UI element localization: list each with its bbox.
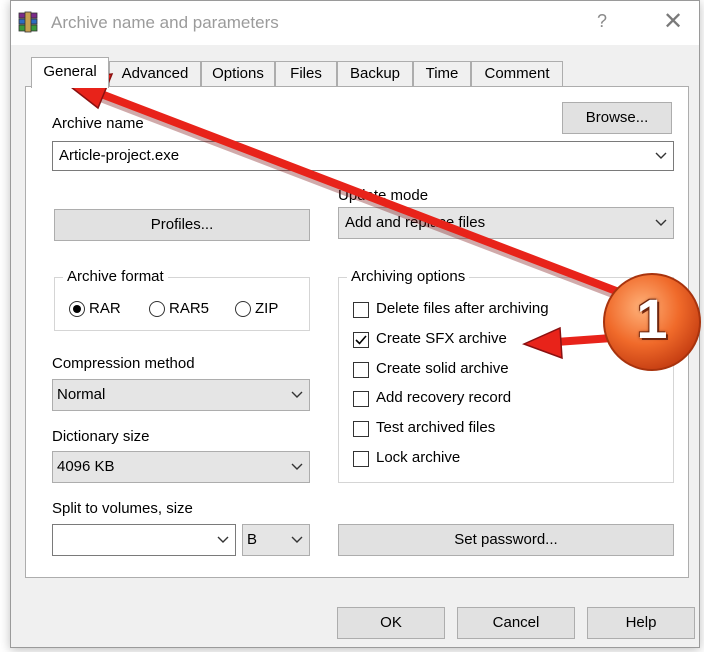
split-volumes-label: Split to volumes, size — [52, 500, 193, 517]
checkbox-delete-files-label: Delete files after archiving — [376, 300, 549, 317]
checkbox-lock-archive-label: Lock archive — [376, 449, 461, 466]
help-title-button[interactable]: ? — [597, 11, 607, 32]
radio-rar5[interactable] — [149, 301, 165, 317]
archive-name-combo[interactable]: Article-project.exe — [52, 141, 674, 171]
cancel-button[interactable]: Cancel — [457, 607, 575, 639]
split-volumes-unit-select[interactable]: B — [242, 524, 310, 556]
checkbox-test-files-label: Test archived files — [376, 419, 496, 436]
archive-format-group: Archive format RAR RAR5 ZIP — [54, 268, 310, 331]
checkbox-recovery-record-label: Add recovery record — [376, 389, 512, 406]
archiving-options-title: Archiving options — [347, 268, 470, 285]
tab-time[interactable]: Time — [413, 61, 471, 87]
checkbox-solid-archive[interactable] — [353, 362, 369, 378]
update-mode-label: Update mode — [338, 187, 429, 204]
compression-method-select[interactable]: Normal — [52, 379, 310, 411]
title-bar: Archive name and parameters ? ✕ — [11, 1, 699, 45]
chevron-down-icon — [291, 463, 303, 470]
chevron-down-icon — [291, 391, 303, 398]
tab-options[interactable]: Options — [201, 61, 275, 87]
compression-method-label: Compression method — [52, 355, 195, 372]
archive-dialog: Archive name and parameters ? ✕ General … — [10, 0, 700, 648]
dictionary-size-select[interactable]: 4096 KB — [52, 451, 310, 483]
browse-button[interactable]: Browse... — [562, 102, 672, 134]
split-volumes-unit-value: B — [247, 531, 258, 548]
checkbox-recovery-record[interactable] — [353, 391, 369, 407]
archive-name-label: Archive name — [52, 115, 144, 132]
radio-rar[interactable] — [69, 301, 85, 317]
checkbox-create-sfx-label: Create SFX archive — [376, 330, 507, 347]
chevron-down-icon — [217, 536, 229, 543]
checkbox-delete-files[interactable] — [353, 302, 369, 318]
chevron-down-icon — [655, 152, 667, 159]
window-title: Archive name and parameters — [51, 13, 279, 32]
checkbox-test-files[interactable] — [353, 421, 369, 437]
chevron-down-icon — [291, 536, 303, 543]
dictionary-size-label: Dictionary size — [52, 428, 150, 445]
checkbox-solid-archive-label: Create solid archive — [376, 360, 509, 377]
general-panel: Archive name Browse... Article-project.e… — [25, 86, 689, 578]
archive-name-value: Article-project.exe — [59, 147, 180, 164]
checkbox-create-sfx[interactable] — [353, 332, 369, 348]
tab-general[interactable]: General — [31, 57, 109, 88]
radio-rar-label: RAR — [89, 300, 121, 317]
tab-backup[interactable]: Backup — [337, 61, 413, 87]
radio-zip-label: ZIP — [255, 300, 279, 317]
checkmark-icon — [355, 335, 367, 345]
dictionary-size-value: 4096 KB — [57, 458, 115, 475]
help-button[interactable]: Help — [587, 607, 695, 639]
update-mode-select[interactable]: Add and replace files — [338, 207, 674, 239]
radio-rar5-label: RAR5 — [169, 300, 210, 317]
split-volumes-size-combo[interactable] — [52, 524, 236, 556]
archive-format-title: Archive format — [63, 268, 168, 285]
tab-comment[interactable]: Comment — [471, 61, 563, 87]
tab-files[interactable]: Files — [275, 61, 337, 87]
update-mode-value: Add and replace files — [345, 214, 486, 231]
winrar-app-icon — [18, 11, 38, 33]
tab-advanced[interactable]: Advanced — [109, 61, 201, 87]
close-button[interactable]: ✕ — [663, 7, 683, 36]
profiles-button[interactable]: Profiles... — [54, 209, 310, 241]
checkbox-lock-archive[interactable] — [353, 451, 369, 467]
chevron-down-icon — [655, 219, 667, 226]
radio-selected-dot — [73, 305, 81, 313]
radio-zip[interactable] — [235, 301, 251, 317]
set-password-button[interactable]: Set password... — [338, 524, 674, 556]
compression-method-value: Normal — [57, 386, 106, 403]
annotation-badge-number: 1 — [636, 287, 668, 350]
ok-button[interactable]: OK — [337, 607, 445, 639]
